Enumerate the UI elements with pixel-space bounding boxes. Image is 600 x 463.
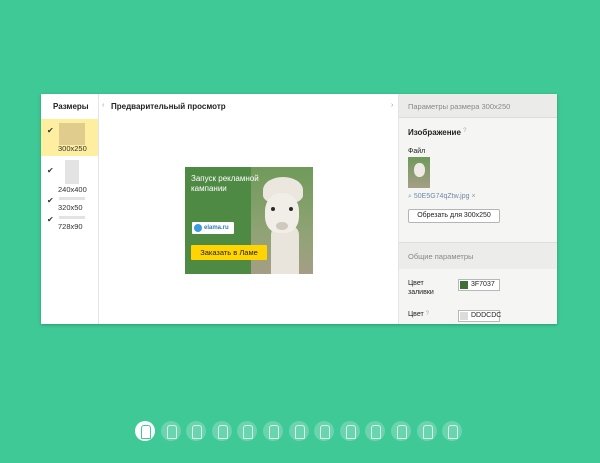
llama-icon: [320, 425, 330, 439]
pager-dot[interactable]: [365, 421, 385, 441]
file-label: Файл: [408, 148, 426, 155]
next-arrow-icon[interactable]: ›: [391, 102, 393, 109]
banner-preview: Запуск рекламной кампании elama.ru Заказ…: [185, 167, 313, 274]
fill-color-label: Цвет заливки: [408, 280, 434, 296]
pager-dot[interactable]: [237, 421, 257, 441]
pager-dot[interactable]: [391, 421, 411, 441]
size-label: 728x90: [58, 222, 83, 231]
image-section-title: Изображение ?: [408, 128, 467, 137]
logo-icon: [194, 224, 202, 232]
size-item-240x400[interactable]: ✔ 240x400: [41, 158, 98, 194]
size-label: 320x50: [58, 203, 83, 212]
fill-color-value: 3F7037: [471, 281, 495, 288]
checkbox-300x250[interactable]: ✔: [47, 127, 54, 135]
general-params-title: Общие параметры: [408, 252, 474, 261]
llama-icon: [397, 425, 407, 439]
llama-icon: [141, 425, 151, 439]
llama-icon: [218, 425, 228, 439]
remove-file-icon[interactable]: ×: [471, 193, 475, 200]
border-color-swatch[interactable]: [460, 312, 468, 320]
llama-icon: [448, 425, 458, 439]
pager-dot[interactable]: [212, 421, 232, 441]
sizes-title: Размеры: [53, 102, 89, 111]
size-thumb: [59, 216, 85, 219]
border-color-label: Цвет ?: [408, 311, 429, 318]
llama-icon: [167, 425, 177, 439]
panel-header-title: Параметры размера 300x250: [408, 102, 511, 111]
size-thumb: [59, 197, 85, 200]
llama-icon: [243, 425, 253, 439]
llama-icon: [269, 425, 279, 439]
llama-icon: [371, 425, 381, 439]
checkbox-320x50[interactable]: ✔: [47, 197, 54, 205]
image-thumbnail[interactable]: [408, 157, 430, 188]
fill-color-input[interactable]: 3F7037: [458, 279, 500, 291]
file-name: ⌕ 50E5G74qZtw.jpg ×: [408, 193, 476, 200]
size-item-728x90[interactable]: ✔ 728x90: [41, 214, 98, 232]
size-label: 240x400: [58, 185, 87, 194]
llama-icon: [192, 425, 202, 439]
pager-dot[interactable]: [186, 421, 206, 441]
checkbox-240x400[interactable]: ✔: [47, 167, 54, 175]
general-params-header: Общие параметры: [399, 242, 557, 269]
pager-dot[interactable]: [340, 421, 360, 441]
fill-color-swatch[interactable]: [460, 281, 468, 289]
pager-dot[interactable]: [417, 421, 437, 441]
crop-button[interactable]: Обрезать для 300x250: [408, 209, 500, 223]
prev-arrow-icon[interactable]: ‹: [102, 102, 104, 109]
size-item-300x250[interactable]: ✔ 300x250: [41, 119, 98, 156]
size-item-320x50[interactable]: ✔ 320x50: [41, 195, 98, 213]
llama-icon: [295, 425, 305, 439]
pager-dot[interactable]: [135, 421, 155, 441]
sizes-column: Размеры ✔ 300x250 ✔ 240x400 ✔ 320x50 ✔ 7…: [41, 94, 99, 324]
help-icon[interactable]: ?: [463, 128, 466, 134]
pager-dot[interactable]: [161, 421, 181, 441]
preview-title: Предварительный просмотр: [111, 102, 226, 111]
border-color-input[interactable]: DDDCDC: [458, 310, 502, 322]
llama-icon: [346, 425, 356, 439]
size-thumb: [65, 160, 79, 184]
pager-dot[interactable]: [263, 421, 283, 441]
llama-icon: [423, 425, 433, 439]
banner-logo: elama.ru: [192, 222, 234, 234]
slide-pager: [135, 421, 465, 441]
checkbox-728x90[interactable]: ✔: [47, 216, 54, 224]
help-icon[interactable]: ?: [426, 311, 429, 317]
attachment-icon: ⌕: [408, 193, 412, 200]
pager-dot[interactable]: [442, 421, 462, 441]
settings-panel: Параметры размера 300x250 Изображение ? …: [398, 94, 557, 324]
banner-headline: Запуск рекламной кампании: [191, 174, 259, 193]
pager-dot[interactable]: [314, 421, 334, 441]
banner-editor-window: Размеры ✔ 300x250 ✔ 240x400 ✔ 320x50 ✔ 7…: [41, 94, 557, 324]
logo-text: elama.ru: [204, 225, 229, 231]
border-color-value: DDDCDC: [471, 312, 502, 319]
preview-area: ‹ Предварительный просмотр › Запуск рекл…: [99, 94, 398, 324]
banner-cta-button: Заказать в Ламе: [191, 245, 267, 260]
pager-dot[interactable]: [289, 421, 309, 441]
panel-header: Параметры размера 300x250: [399, 94, 557, 118]
size-label: 300x250: [58, 144, 87, 153]
size-thumb: [59, 123, 85, 145]
